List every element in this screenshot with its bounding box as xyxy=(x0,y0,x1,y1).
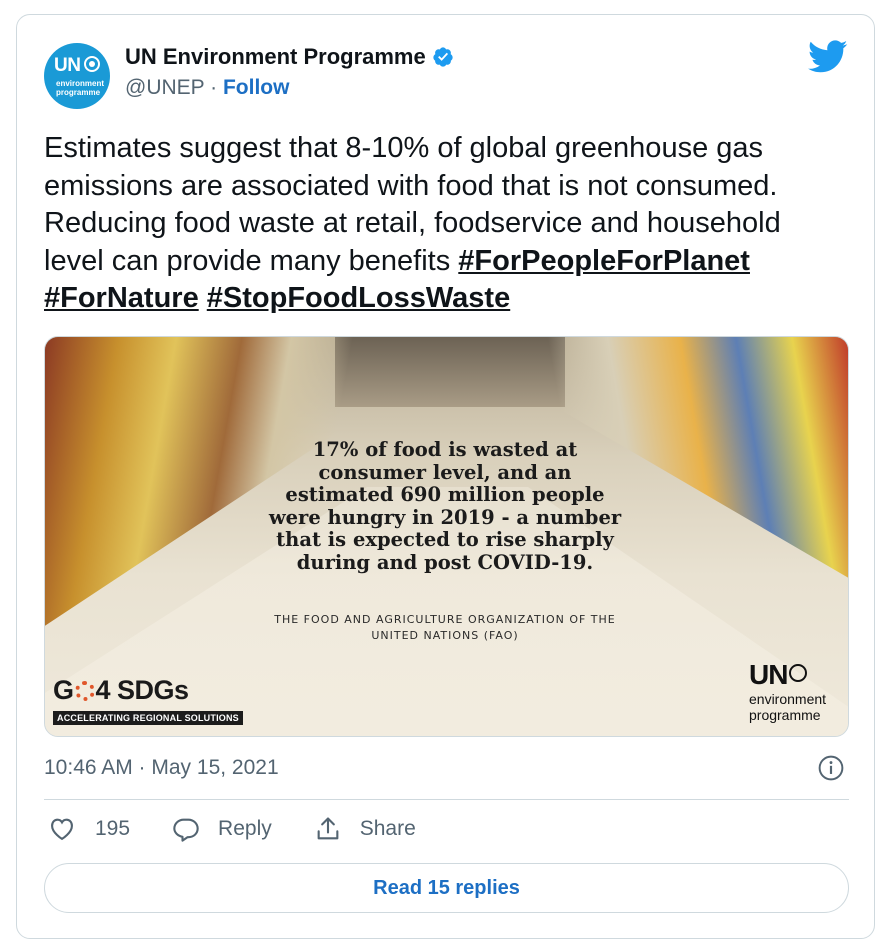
account-handle[interactable]: @UNEP xyxy=(125,76,204,99)
reply-bubble-icon xyxy=(173,818,199,842)
heart-icon xyxy=(51,818,73,841)
tweet-timestamp[interactable]: 10:46 AM · May 15, 2021 xyxy=(44,756,279,780)
unep-logo-text: environment programme xyxy=(749,691,827,723)
like-count: 195 xyxy=(95,817,131,840)
hashtag-fornature[interactable]: #ForNature xyxy=(44,282,199,314)
read-replies-button[interactable]: Read 15 replies xyxy=(44,863,849,913)
un-emblem-icon xyxy=(789,664,808,682)
divider xyxy=(44,799,849,800)
go4sdgs-logo: G4 SDGs xyxy=(53,675,189,705)
share-icon xyxy=(317,817,339,840)
go4sdgs-tagline: ACCELERATING REGIONAL SOLUTIONS xyxy=(53,711,243,725)
sdg-wheel-icon xyxy=(74,681,95,701)
verified-badge-icon xyxy=(433,47,453,67)
account-name-row[interactable]: UN Environment Programme xyxy=(125,44,454,70)
share-button[interactable]: Share xyxy=(314,815,416,843)
avatar[interactable]: UN environment programme xyxy=(44,43,110,109)
reply-label: Reply xyxy=(218,817,272,840)
avatar-un-text: UN xyxy=(54,55,81,76)
unep-logo: UN environment programme xyxy=(749,659,844,723)
handle-row: @UNEP · Follow xyxy=(125,76,289,100)
hashtag-stopfoodlosswaste[interactable]: #StopFoodLossWaste xyxy=(207,282,510,314)
tweet-actions: 195 Reply Share xyxy=(48,815,458,843)
twitter-bird-icon[interactable] xyxy=(808,40,848,74)
image-quote: 17% of food is wasted at consumer level,… xyxy=(268,438,622,574)
like-button[interactable]: 195 xyxy=(48,815,130,843)
unep-logo-un: UN xyxy=(749,659,788,690)
info-icon[interactable] xyxy=(818,755,844,781)
hashtag-forpeopleforplanet[interactable]: #ForPeopleForPlanet xyxy=(458,245,750,277)
share-label: Share xyxy=(359,817,416,840)
handle-separator: · xyxy=(204,76,223,99)
account-name[interactable]: UN Environment Programme xyxy=(125,44,426,70)
un-emblem-icon xyxy=(84,56,100,72)
image-quote-source: THE FOOD AND AGRICULTURE ORGANIZATION OF… xyxy=(274,613,616,642)
tweet-text: Estimates suggest that 8-10% of global g… xyxy=(44,130,844,318)
reply-button[interactable]: Reply xyxy=(172,815,272,843)
follow-button[interactable]: Follow xyxy=(223,76,290,99)
tweet-image[interactable]: 17% of food is wasted at consumer level,… xyxy=(44,336,849,737)
avatar-subtext: environment programme xyxy=(56,79,105,97)
